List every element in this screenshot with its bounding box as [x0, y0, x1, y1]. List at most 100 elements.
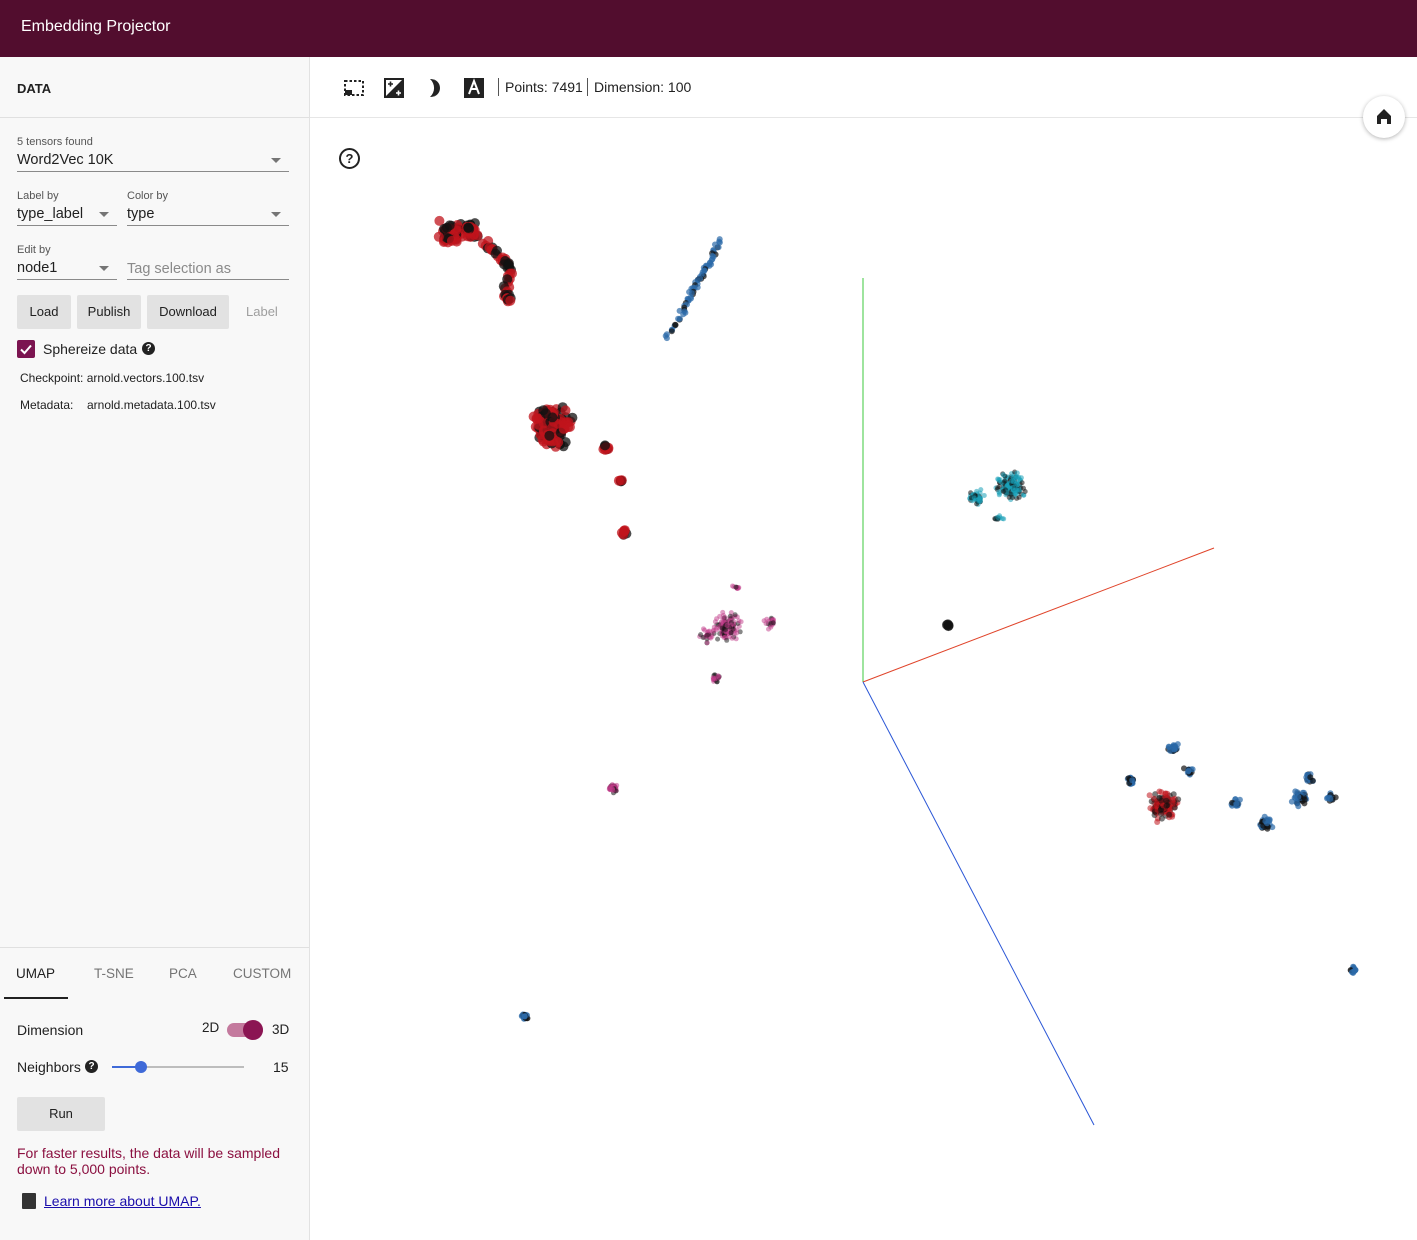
label-by-value[interactable]: type_label — [17, 204, 117, 226]
color-by-value[interactable]: type — [127, 204, 289, 226]
load-button[interactable]: Load — [17, 295, 71, 329]
embedding-point[interactable] — [686, 289, 693, 295]
embedding-point[interactable] — [766, 626, 771, 632]
learn-more-umap-link[interactable]: Learn more about UMAP. — [44, 1193, 201, 1209]
embedding-point[interactable] — [978, 495, 984, 501]
embedding-point[interactable] — [1175, 796, 1182, 803]
run-button[interactable]: Run — [17, 1097, 105, 1131]
moon-icon[interactable] — [423, 77, 445, 99]
tensor-select-value[interactable]: Word2Vec 10K — [17, 150, 289, 172]
embedding-point[interactable] — [1185, 767, 1192, 774]
embedding-point[interactable] — [764, 616, 770, 622]
embedding-point[interactable] — [943, 620, 954, 631]
tab-tsne[interactable]: T-SNE — [94, 966, 134, 981]
neighbors-slider-thumb[interactable] — [135, 1061, 148, 1073]
embedding-point[interactable] — [770, 620, 776, 626]
embedding-point[interactable] — [672, 321, 679, 328]
embedding-point[interactable] — [544, 430, 555, 441]
embedding-point[interactable] — [724, 623, 730, 628]
embedding-point[interactable] — [613, 475, 624, 486]
embedding-point[interactable] — [663, 335, 670, 342]
embedding-scatter-canvas[interactable] — [311, 118, 1417, 1240]
embedding-point[interactable] — [729, 635, 735, 641]
embedding-point[interactable] — [1301, 796, 1308, 803]
embedding-point[interactable] — [1327, 796, 1334, 802]
embedding-point[interactable] — [1014, 481, 1020, 487]
embedding-point[interactable] — [1234, 801, 1241, 807]
label-button[interactable]: Label — [246, 295, 278, 329]
embedding-point[interactable] — [1000, 489, 1006, 494]
embedding-point[interactable] — [700, 635, 706, 640]
embedding-point[interactable] — [547, 412, 558, 423]
embedding-point[interactable] — [1129, 777, 1136, 784]
embedding-point[interactable] — [1010, 495, 1015, 501]
embedding-point[interactable] — [444, 220, 455, 231]
embedding-point[interactable] — [715, 636, 721, 642]
tag-selection-field[interactable] — [127, 258, 289, 280]
edit-by-select[interactable]: Edit by node1 — [17, 244, 117, 280]
embedding-point[interactable] — [1300, 789, 1307, 796]
neighbors-slider[interactable] — [112, 1061, 244, 1073]
embedding-point[interactable] — [730, 626, 736, 632]
tab-umap[interactable]: UMAP — [16, 966, 55, 981]
embedding-point[interactable] — [715, 244, 722, 251]
embedding-point[interactable] — [1294, 800, 1301, 806]
embedding-point[interactable] — [1295, 793, 1302, 800]
embedding-point[interactable] — [995, 485, 1001, 491]
embedding-point[interactable] — [1014, 470, 1020, 476]
embedding-point[interactable] — [1163, 797, 1170, 804]
embedding-point[interactable] — [558, 423, 569, 434]
embedding-point[interactable] — [610, 788, 616, 793]
embedding-point[interactable] — [733, 584, 739, 590]
embedding-point[interactable] — [521, 1013, 528, 1020]
embedding-point[interactable] — [1292, 788, 1299, 795]
embedding-point[interactable] — [600, 440, 610, 451]
embedding-point[interactable] — [433, 231, 444, 242]
embedding-point[interactable] — [721, 613, 726, 618]
embedding-point[interactable] — [1171, 746, 1178, 753]
embedding-point[interactable] — [1288, 798, 1295, 805]
tag-selection-input[interactable] — [127, 258, 289, 280]
embedding-point[interactable] — [1351, 968, 1358, 975]
embedding-point[interactable] — [1307, 774, 1314, 781]
embedding-point[interactable] — [560, 405, 571, 416]
label-by-select[interactable]: Label by type_label — [17, 190, 117, 226]
embedding-point[interactable] — [732, 612, 738, 618]
tab-custom[interactable]: CUSTOM — [233, 966, 291, 981]
embedding-point[interactable] — [971, 495, 977, 501]
embedding-point[interactable] — [681, 308, 688, 315]
embedding-point[interactable] — [1166, 811, 1173, 818]
embedding-point[interactable] — [1169, 800, 1176, 807]
embedding-point[interactable] — [1264, 820, 1270, 827]
embedding-point[interactable] — [713, 676, 718, 682]
embedding-point[interactable] — [1156, 795, 1163, 801]
tensor-select[interactable]: 5 tensors found Word2Vec 10K — [17, 136, 289, 172]
color-by-select[interactable]: Color by type — [127, 190, 289, 226]
embedding-point[interactable] — [995, 515, 1001, 521]
download-button[interactable]: Download — [147, 295, 229, 329]
embedding-point[interactable] — [472, 230, 483, 241]
embedding-point[interactable] — [1002, 478, 1008, 484]
embedding-point[interactable] — [1158, 789, 1165, 796]
embedding-point[interactable] — [724, 637, 730, 643]
edit-by-value[interactable]: node1 — [17, 258, 117, 280]
embedding-point[interactable] — [1011, 488, 1017, 494]
tab-pca[interactable]: PCA — [169, 966, 197, 981]
embedding-point[interactable] — [619, 525, 630, 536]
sphereize-help-icon[interactable]: ? — [142, 342, 155, 355]
embedding-point[interactable] — [1018, 475, 1024, 481]
embedding-point[interactable] — [763, 621, 769, 626]
dimension-toggle[interactable] — [227, 1020, 263, 1040]
neighbors-help-icon[interactable]: ? — [85, 1060, 98, 1073]
embedding-point[interactable] — [463, 222, 474, 233]
embedding-point[interactable] — [996, 489, 1002, 495]
embedding-point[interactable] — [676, 315, 683, 322]
label-a-icon[interactable] — [463, 77, 485, 99]
publish-button[interactable]: Publish — [77, 295, 141, 329]
night-mode-exposure-icon[interactable] — [383, 77, 405, 99]
embedding-point[interactable] — [505, 295, 516, 306]
toggle-knob[interactable] — [243, 1020, 263, 1040]
sphereize-checkbox[interactable] — [17, 340, 35, 358]
embedding-point[interactable] — [1000, 472, 1006, 478]
selection-icon[interactable] — [343, 77, 365, 99]
